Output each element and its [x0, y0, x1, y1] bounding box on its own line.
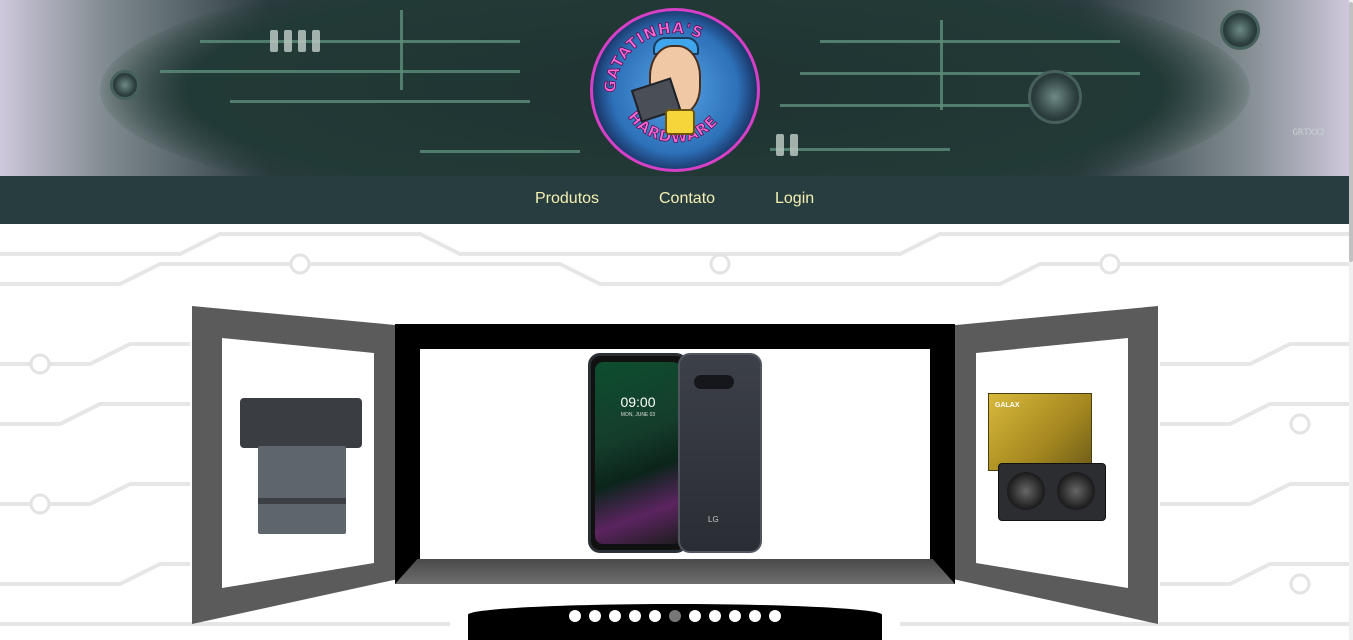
circuit-chip [298, 30, 306, 52]
gpu-box-brand: GALAX [995, 402, 1020, 409]
gpu-box: GALAX [988, 393, 1092, 471]
circuit-trace [940, 20, 943, 110]
circuit-trace [420, 150, 580, 153]
carousel-panel-left-inner [222, 338, 374, 588]
circuit-trace [230, 100, 530, 103]
circuit-trace [200, 40, 520, 43]
circuit-knob [1028, 70, 1082, 124]
phone-time: 09:00 [620, 394, 656, 410]
carousel-dot[interactable] [749, 610, 761, 622]
circuit-trace [160, 70, 520, 73]
carousel-dot-active[interactable] [669, 610, 681, 622]
phone-camera [694, 375, 734, 389]
circuit-chip [776, 134, 784, 156]
carousel-panel-right-inner: GALAX [976, 338, 1128, 588]
product-image-phone-front: 09:00 MON, JUNE 03 [588, 353, 688, 553]
printer-top [240, 398, 362, 448]
nav-link-contato[interactable]: Contato [659, 190, 715, 208]
gpu-fan [1007, 472, 1045, 510]
nav-link-produtos[interactable]: Produtos [535, 190, 599, 208]
scrollbar-thumb[interactable] [1349, 2, 1353, 262]
nav-link-login[interactable]: Login [775, 190, 814, 208]
carousel-dot[interactable] [629, 610, 641, 622]
carousel-panel-left[interactable] [192, 306, 396, 624]
carousel-dot[interactable] [689, 610, 701, 622]
circuit-knob [110, 70, 140, 100]
circuit-chip [790, 134, 798, 156]
product-image-printer [240, 390, 362, 538]
logo-character-vest [665, 109, 695, 135]
carousel-pagination [468, 604, 882, 640]
product-image-phone-back: LG [678, 353, 762, 553]
product-image-gpu: GALAX [988, 393, 1118, 528]
circuit-chip [312, 30, 320, 52]
circuit-trace [800, 72, 1140, 75]
carousel-panel-center-inner: 09:00 MON, JUNE 03 LG [420, 349, 930, 559]
carousel-dot[interactable] [729, 610, 741, 622]
circuit-chip [284, 30, 292, 52]
carousel-dot[interactable] [609, 610, 621, 622]
carousel-panel-center[interactable]: 09:00 MON, JUNE 03 LG [395, 324, 955, 584]
circuit-trace [820, 40, 1120, 43]
site-logo[interactable]: GATATINHA'S HARDWARE [590, 8, 760, 172]
phone-date: MON, JUNE 03 [620, 412, 656, 418]
carousel-dot[interactable] [769, 610, 781, 622]
circuit-chip [270, 30, 278, 52]
product-carousel: 09:00 MON, JUNE 03 LG GALAX [0, 224, 1349, 640]
carousel-dot[interactable] [709, 610, 721, 622]
carousel-panel-right[interactable]: GALAX [955, 306, 1158, 624]
carousel-dot[interactable] [589, 610, 601, 622]
circuit-knob [1220, 10, 1260, 50]
printer-tray [258, 498, 346, 504]
phone-screen: 09:00 MON, JUNE 03 [595, 362, 681, 544]
circuit-trace [780, 104, 1060, 107]
gpu-fan [1057, 472, 1095, 510]
circuit-trace [400, 10, 403, 90]
carousel-floor [395, 559, 955, 584]
gpu-card [998, 463, 1106, 521]
main-nav: Produtos Contato Login [0, 176, 1349, 224]
phone-brand: LG [708, 515, 719, 524]
carousel-dot[interactable] [649, 610, 661, 622]
printer-body [258, 446, 346, 534]
carousel-dot[interactable] [569, 610, 581, 622]
page-scrollbar[interactable] [1349, 0, 1353, 640]
banner-stamp: GRTXX2 [1292, 128, 1325, 138]
